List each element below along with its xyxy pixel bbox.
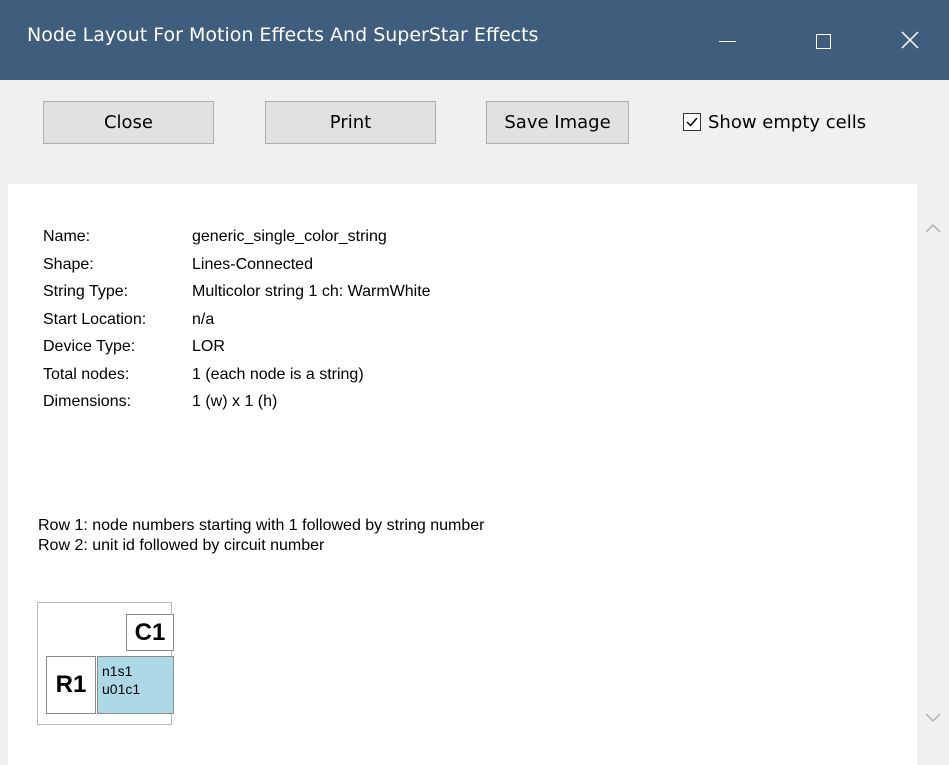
close-icon: [901, 31, 919, 49]
node-cell-node-string: n1s1: [102, 663, 133, 679]
chevron-down-icon: [925, 713, 941, 723]
info-key: Dimensions:: [43, 393, 132, 410]
info-value: 1 (w) x 1 (h): [192, 393, 278, 410]
scroll-down-button[interactable]: [925, 710, 941, 726]
toolbar: Close Print Save Image Show empty cells: [0, 80, 949, 176]
info-key: Name:: [43, 228, 91, 245]
close-window-button[interactable]: [880, 0, 940, 80]
maximize-button[interactable]: [793, 0, 853, 80]
save-image-button[interactable]: Save Image: [486, 101, 629, 144]
node-layout-panel: Name: generic_single_color_string Shape:…: [8, 184, 917, 765]
legend: Row 1: node numbers starting with 1 foll…: [38, 516, 484, 556]
title-bar: Node Layout For Motion Effects And Super…: [0, 0, 949, 80]
info-key: Device Type:: [43, 338, 136, 355]
maximize-icon: [815, 33, 831, 49]
info-key: Shape:: [43, 255, 94, 273]
info-value: Multicolor string 1 ch: WarmWhite: [192, 283, 431, 300]
legend-row-1: Row 1: node numbers starting with 1 foll…: [38, 517, 485, 534]
node-cell-unit-circuit: u01c1: [102, 681, 141, 697]
info-value: generic_single_color_string: [192, 228, 387, 245]
info-value: LOR: [192, 338, 225, 355]
column-header: C1: [126, 614, 174, 651]
checkbox-box[interactable]: [683, 113, 701, 131]
print-button[interactable]: Print: [265, 101, 436, 144]
info-value: Lines-Connected: [192, 255, 313, 273]
vertical-scrollbar[interactable]: [917, 184, 949, 765]
info-value: 1 (each node is a string): [192, 365, 364, 383]
close-button[interactable]: Close: [43, 101, 214, 144]
scroll-up-button[interactable]: [925, 220, 941, 236]
window-title: Node Layout For Motion Effects And Super…: [27, 24, 539, 46]
info-key: Start Location:: [43, 310, 147, 328]
row-header: R1: [46, 656, 96, 714]
chevron-up-icon: [925, 223, 941, 233]
show-empty-cells-label: Show empty cells: [708, 111, 867, 133]
show-empty-cells-checkbox[interactable]: Show empty cells: [683, 110, 866, 134]
checkmark-icon: [686, 117, 698, 127]
info-key: String Type:: [43, 283, 129, 300]
node-cell: n1s1 u01c1: [97, 656, 174, 714]
legend-row-2: Row 2: unit id followed by circuit numbe…: [38, 537, 325, 554]
info-value: n/a: [192, 310, 215, 328]
info-key: Total nodes:: [43, 365, 130, 383]
minimize-icon: [718, 40, 736, 42]
minimize-button[interactable]: [697, 0, 757, 80]
node-grid: C1 R1 n1s1 u01c1: [37, 602, 174, 725]
